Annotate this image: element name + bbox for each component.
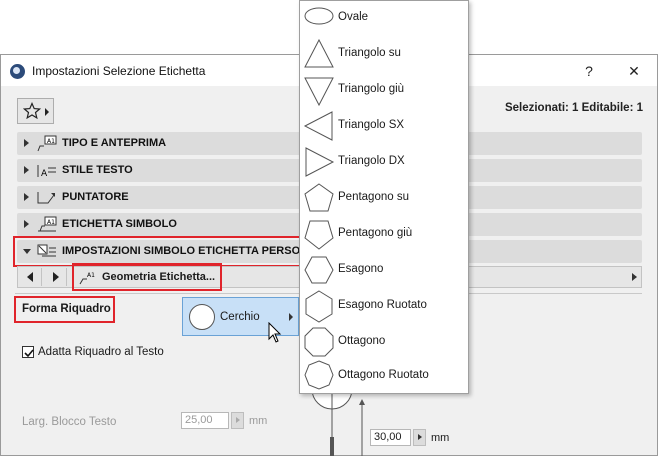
hexagon-rotated-icon bbox=[305, 290, 333, 323]
menu-item-label: Ottagono bbox=[338, 335, 386, 347]
pentagon-up-icon bbox=[304, 183, 334, 212]
label-preview-icon: A1 bbox=[37, 135, 57, 152]
svg-text:A1: A1 bbox=[47, 138, 55, 145]
highlight-frame-geometry bbox=[72, 263, 222, 291]
octagon-icon bbox=[304, 327, 334, 357]
shape-value: Cerchio bbox=[220, 311, 260, 323]
panel-label: TIPO E ANTEPRIMA bbox=[62, 137, 167, 149]
fit-to-text-checkbox[interactable] bbox=[22, 346, 34, 358]
menu-item-pentagono-su[interactable]: Pentagono su bbox=[300, 181, 468, 217]
menu-item-ovale[interactable]: Ovale bbox=[300, 1, 468, 37]
help-button[interactable]: ? bbox=[576, 60, 602, 82]
next-page-button[interactable] bbox=[45, 268, 67, 286]
panel-label: STILE TESTO bbox=[62, 164, 133, 176]
symbol-label-icon: A1 bbox=[38, 216, 57, 232]
expand-arrow-icon bbox=[24, 193, 29, 201]
menu-item-ottagono[interactable]: Ottagono bbox=[300, 325, 468, 361]
star-icon bbox=[23, 102, 41, 120]
window-title: Impostazioni Selezione Etichetta bbox=[32, 64, 206, 78]
archicad-app-icon bbox=[10, 64, 25, 79]
menu-item-label: Triangolo SX bbox=[338, 119, 405, 131]
highlight-frame-shape bbox=[14, 296, 115, 323]
checkmark-icon bbox=[24, 349, 34, 358]
menu-item-label: Ottagono Ruotato bbox=[338, 369, 429, 381]
pentagon-down-icon bbox=[304, 220, 334, 250]
size-field[interactable]: 30,00 bbox=[370, 429, 411, 446]
menu-item-label: Esagono bbox=[338, 263, 384, 275]
triangle-up-icon bbox=[304, 38, 334, 68]
triangle-left-icon bbox=[303, 111, 333, 141]
navigator-arrow-icon[interactable] bbox=[632, 273, 637, 281]
menu-item-triangolo-sx[interactable]: Triangolo SX bbox=[300, 109, 468, 145]
menu-item-label: Triangolo su bbox=[338, 47, 401, 59]
expand-arrow-icon bbox=[24, 166, 29, 174]
size-unit: mm bbox=[431, 432, 450, 444]
menu-item-pentagono-giu[interactable]: Pentagono giù bbox=[300, 217, 468, 253]
octagon-rotated-icon bbox=[304, 360, 334, 390]
size-stepper[interactable] bbox=[413, 429, 426, 446]
menu-item-triangolo-su[interactable]: Triangolo su bbox=[300, 37, 468, 73]
block-width-label: Larg. Blocco Testo bbox=[22, 416, 117, 428]
mouse-pointer-icon bbox=[268, 322, 282, 343]
panel-label: PUNTATORE bbox=[62, 191, 129, 203]
triangle-right-icon bbox=[305, 147, 335, 177]
panel-label: ETICHETTA SIMBOLO bbox=[62, 218, 177, 230]
selection-info: Selezionati: 1 Editabile: 1 bbox=[504, 102, 643, 114]
menu-item-label: Triangolo giù bbox=[338, 83, 405, 95]
menu-item-label: Ovale bbox=[338, 11, 369, 23]
menu-item-ottagono-ruotato[interactable]: Ottagono Ruotato bbox=[300, 359, 468, 395]
fit-to-text-label: Adatta Riquadro al Testo bbox=[38, 346, 164, 358]
menu-item-triangolo-giu[interactable]: Triangolo giù bbox=[300, 73, 468, 109]
shape-dropdown-menu: Ovale Triangolo su Triangolo giù Triango… bbox=[299, 0, 469, 394]
block-width-unit: mm bbox=[249, 415, 268, 427]
arrow-left-icon bbox=[27, 272, 33, 282]
favorites-arrow-icon bbox=[45, 108, 49, 116]
block-width-stepper[interactable] bbox=[231, 412, 244, 429]
submenu-arrow-icon bbox=[289, 313, 293, 321]
block-width-field[interactable]: 25,00 bbox=[181, 412, 229, 429]
menu-item-label: Esagono Ruotato bbox=[338, 299, 427, 311]
expand-arrow-icon bbox=[24, 220, 29, 228]
circle-icon bbox=[189, 304, 215, 330]
pointer-icon bbox=[37, 192, 55, 204]
menu-item-label: Pentagono giù bbox=[338, 227, 413, 239]
svg-text:A1: A1 bbox=[47, 219, 55, 226]
menu-item-triangolo-dx[interactable]: Triangolo DX bbox=[300, 145, 468, 181]
favorites-button[interactable] bbox=[17, 98, 54, 124]
menu-item-esagono-ruotato[interactable]: Esagono Ruotato bbox=[300, 289, 468, 325]
close-button[interactable]: ✕ bbox=[621, 60, 647, 82]
preview-graphic bbox=[311, 388, 365, 456]
svg-text:A: A bbox=[41, 169, 48, 179]
menu-item-esagono[interactable]: Esagono bbox=[300, 253, 468, 289]
expand-arrow-icon bbox=[24, 139, 29, 147]
oval-icon bbox=[304, 7, 334, 25]
arrow-right-icon bbox=[53, 272, 59, 282]
menu-item-label: Triangolo DX bbox=[338, 155, 405, 167]
previous-page-button[interactable] bbox=[20, 268, 42, 286]
triangle-down-icon bbox=[304, 77, 334, 107]
hexagon-icon bbox=[304, 256, 334, 284]
menu-item-label: Pentagono su bbox=[338, 191, 409, 203]
text-style-icon: A bbox=[37, 165, 56, 179]
